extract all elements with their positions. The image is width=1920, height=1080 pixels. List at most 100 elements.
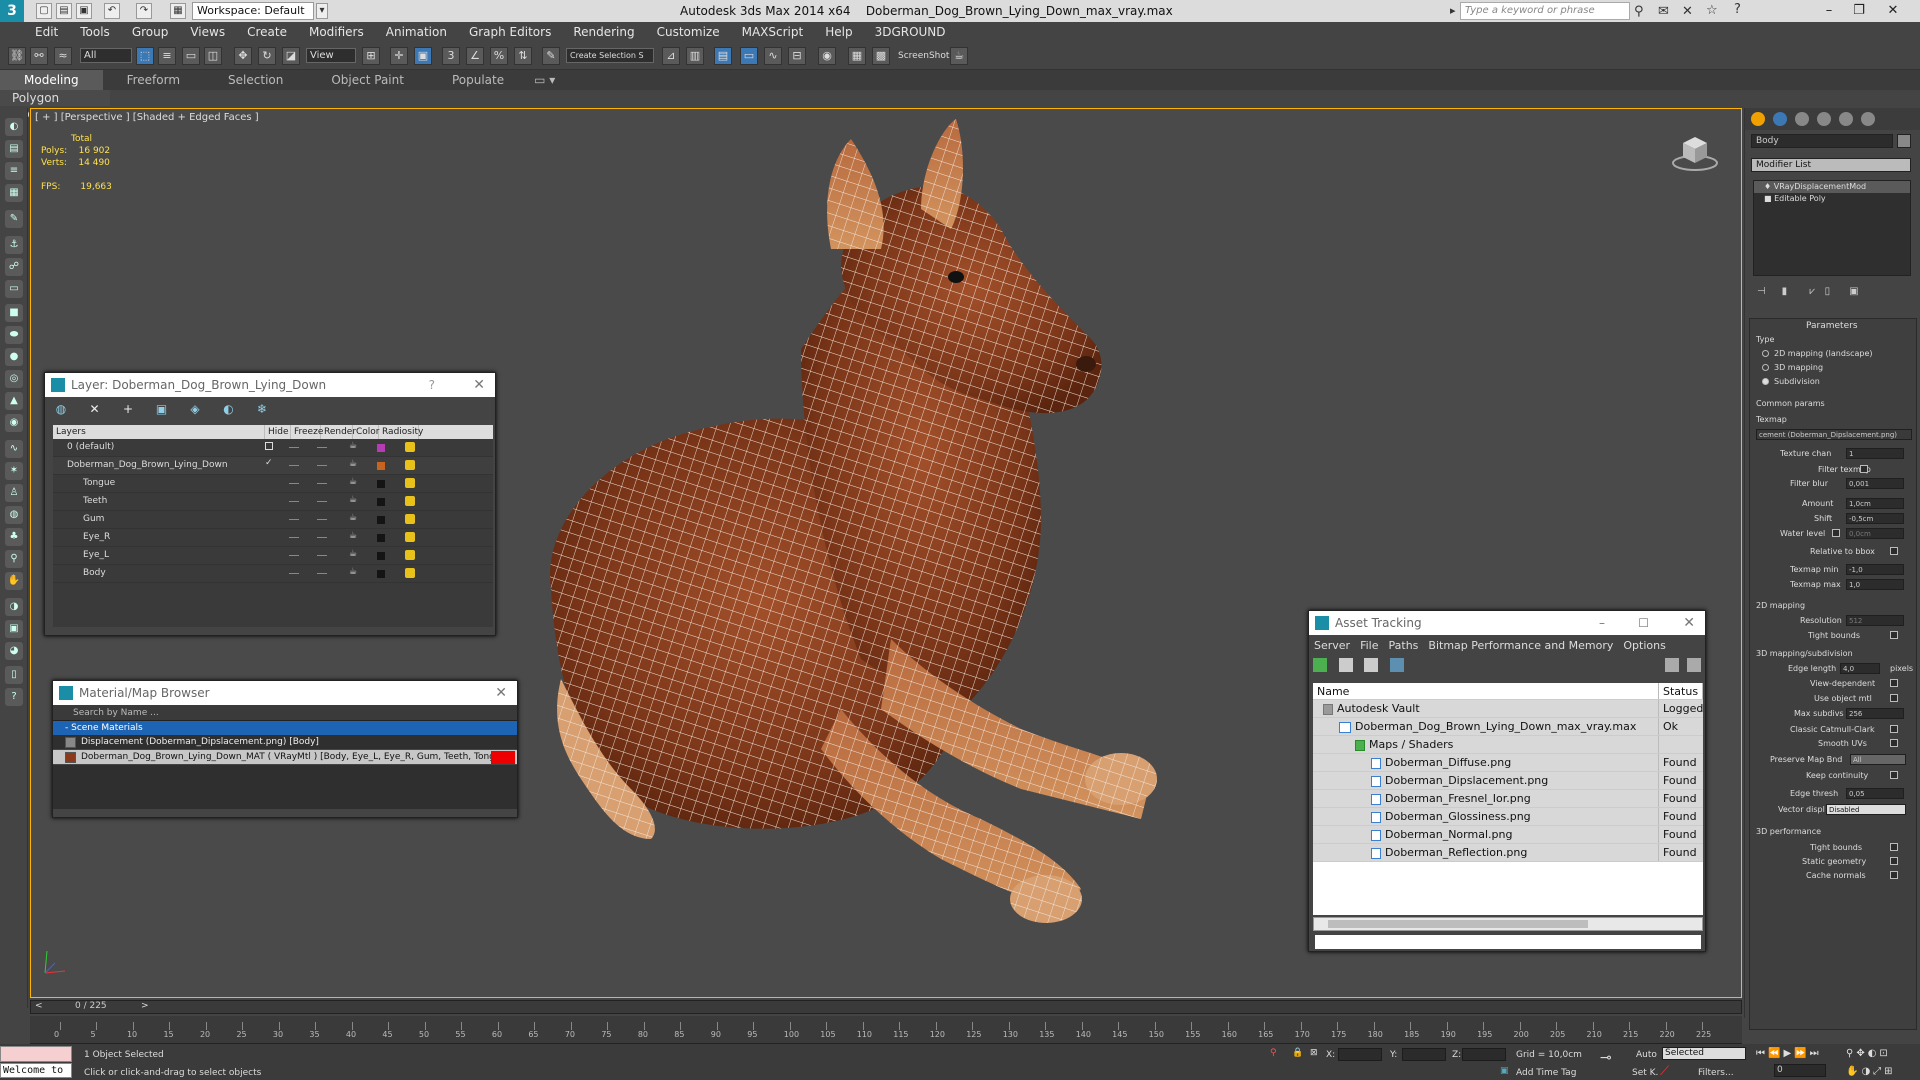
menu-file[interactable]: File	[1355, 639, 1383, 652]
help-icon[interactable]: ?	[1734, 2, 1741, 17]
modifier-list-dropdown[interactable]: Modifier List	[1751, 158, 1911, 172]
modifier-stack-item[interactable]: ♦ VRayDisplacementMod	[1754, 181, 1910, 193]
workspace-dropdown[interactable]: Workspace: Default	[192, 2, 314, 20]
display-tab-icon[interactable]	[1839, 112, 1853, 126]
col-name[interactable]: Name	[1313, 683, 1659, 699]
set-key-button[interactable]: Set K.	[1632, 1068, 1658, 1078]
rect-selection-icon[interactable]: ▭	[182, 47, 200, 65]
rotate-icon[interactable]: ↻	[258, 47, 276, 65]
show-end-result-icon[interactable]: ▮	[1782, 286, 1788, 297]
torus-icon[interactable]: ◎	[5, 370, 23, 388]
tree-icon[interactable]: ♣	[5, 528, 23, 546]
menu-3dground[interactable]: 3DGROUND	[864, 25, 957, 39]
modifier-stack-item[interactable]: ■ Editable Poly	[1754, 193, 1910, 205]
select-layer-objects-icon[interactable]: ▣	[154, 402, 170, 418]
water-level-spinner[interactable]: 0,0cm	[1846, 528, 1904, 539]
edge-thresh-spinner[interactable]: 0,05	[1846, 788, 1904, 799]
asset-horizontal-scrollbar[interactable]	[1313, 917, 1703, 931]
asset-row[interactable]: Maps / Shaders	[1313, 736, 1703, 754]
set-key-icon[interactable]: ⟋	[1660, 1064, 1669, 1079]
menu-bitmap-performance[interactable]: Bitmap Performance and Memory	[1423, 639, 1618, 652]
render-icon[interactable]: ◕	[5, 642, 23, 660]
menu-rendering[interactable]: Rendering	[562, 25, 645, 39]
layers-icon[interactable]: ▣	[5, 620, 23, 638]
close-icon[interactable]: ✕	[473, 373, 485, 397]
open-file-icon[interactable]: ▤	[56, 3, 72, 19]
close-button[interactable]: ✕	[1878, 2, 1908, 20]
angle-snap-icon[interactable]: ∠	[466, 47, 484, 65]
settings-icon[interactable]	[1687, 658, 1701, 672]
menu-paths[interactable]: Paths	[1384, 639, 1424, 652]
pivot-center-icon[interactable]: ⊞	[362, 47, 380, 65]
freeze-all-layers-icon[interactable]: ❄	[254, 402, 270, 418]
col-color[interactable]: Color	[353, 425, 380, 439]
layer-row[interactable]: Doberman_Dog_Brown_Lying_Down ✓ ☕	[53, 457, 493, 475]
render-setup-icon[interactable]: ▦	[848, 47, 866, 65]
render-production-icon[interactable]: ☕	[950, 47, 968, 65]
menu-create[interactable]: Create	[236, 25, 298, 39]
keep-continuity-checkbox[interactable]	[1890, 771, 1898, 779]
maximize-button[interactable]: ☐	[1638, 611, 1649, 635]
favorites-star-icon[interactable]: ☆	[1706, 3, 1718, 18]
cylinder-icon[interactable]: ⬬	[5, 326, 23, 344]
layer-row[interactable]: Gum ☕	[53, 511, 493, 529]
help-icon[interactable]	[1665, 658, 1679, 672]
menu-maxscript[interactable]: MAXScript	[731, 25, 815, 39]
material-editor-icon[interactable]: ◉	[818, 47, 836, 65]
filter-texmap-checkbox[interactable]	[1860, 465, 1868, 473]
maxscript-listener-input[interactable]	[0, 1046, 72, 1062]
utilities-tab-icon[interactable]	[1861, 112, 1875, 126]
scene-materials-group[interactable]: - Scene Materials	[53, 721, 517, 735]
radiosity-icon[interactable]	[405, 550, 415, 560]
light-icon[interactable]: ✶	[5, 462, 23, 480]
app-logo-icon[interactable]: 3	[0, 0, 24, 22]
resolution-spinner[interactable]: 512	[1846, 615, 1904, 626]
remove-modifier-icon[interactable]: ▯	[1825, 286, 1831, 297]
tab-modeling[interactable]: Modeling	[0, 70, 103, 90]
radiosity-icon[interactable]	[405, 460, 415, 470]
cache-normals-checkbox[interactable]	[1890, 871, 1898, 879]
ribbon-toggle-icon[interactable]: ▭	[740, 47, 758, 65]
keyboard-shortcut-override-icon[interactable]: ▣	[414, 47, 432, 65]
radiosity-icon[interactable]	[405, 532, 415, 542]
workspace-chevron-icon[interactable]: ▾	[316, 3, 328, 19]
pan-icon[interactable]: ✋	[5, 572, 23, 590]
unlink-icon[interactable]: ⚯	[30, 47, 48, 65]
layer-color-swatch[interactable]	[377, 552, 385, 560]
cone-icon[interactable]: ▲	[5, 392, 23, 410]
hide-all-layers-icon[interactable]: ◐	[221, 402, 237, 418]
shape-icon[interactable]: ∿	[5, 440, 23, 458]
layer-row[interactable]: Tongue ☕	[53, 475, 493, 493]
layer-manager-titlebar[interactable]: Layer: Doberman_Dog_Brown_Lying_Down ? ✕	[45, 373, 495, 397]
close-icon[interactable]: ✕	[495, 681, 507, 705]
add-to-layer-icon[interactable]: +	[120, 402, 136, 418]
menu-graph-editors[interactable]: Graph Editors	[458, 25, 562, 39]
layer-color-swatch[interactable]	[377, 498, 385, 506]
bone-icon[interactable]: ⚲	[5, 550, 23, 568]
radiosity-icon[interactable]	[405, 496, 415, 506]
pin-stack-icon[interactable]: ⊣	[1757, 286, 1766, 297]
tree-view-icon[interactable]	[1364, 658, 1378, 672]
col-hide[interactable]: Hide	[265, 425, 291, 439]
tab-freeform[interactable]: Freeform	[103, 70, 204, 90]
minimize-button[interactable]: –	[1814, 2, 1844, 20]
configure-sets-icon[interactable]: ▣	[1849, 286, 1858, 297]
scrollbar-thumb[interactable]	[1328, 920, 1588, 928]
asset-row[interactable]: Doberman_Fresnel_Ior.png Found	[1313, 790, 1703, 808]
material-item[interactable]: Displacement (Doberman_Dipslacement.png)…	[53, 735, 517, 750]
layer-row[interactable]: Body ☕	[53, 565, 493, 583]
grid-icon[interactable]: ▦	[5, 184, 23, 202]
layer-row[interactable]: Eye_R ☕	[53, 529, 493, 547]
render-teapot-icon[interactable]: ☕	[349, 441, 357, 451]
auto-key-button[interactable]: Auto	[1636, 1050, 1657, 1060]
radio-2d-mapping[interactable]	[1762, 350, 1769, 357]
geosphere-icon[interactable]: ◉	[5, 414, 23, 432]
scale-icon[interactable]: ◪	[282, 47, 300, 65]
render-teapot-icon[interactable]: ☕	[349, 567, 357, 577]
asset-row[interactable]: Autodesk Vault Logged O	[1313, 700, 1703, 718]
asset-row[interactable]: Doberman_Dog_Brown_Lying_Down_max_vray.m…	[1313, 718, 1703, 736]
static-geometry-checkbox[interactable]	[1890, 857, 1898, 865]
spinner-snap-icon[interactable]: ⇅	[514, 47, 532, 65]
select-manipulate-icon[interactable]: ✛	[390, 47, 408, 65]
refresh-icon[interactable]	[1313, 658, 1327, 672]
